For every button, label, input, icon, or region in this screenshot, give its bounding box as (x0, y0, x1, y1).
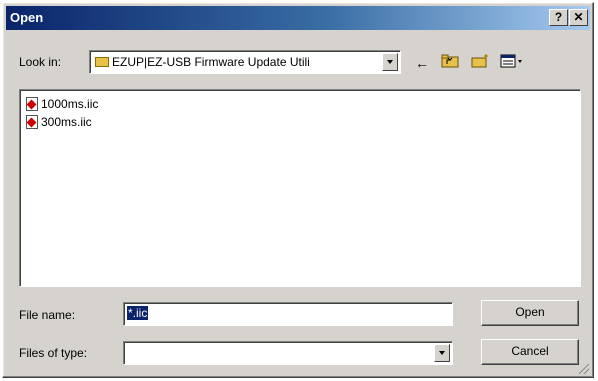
file-name: 300ms.iic (41, 115, 92, 129)
title-bar[interactable]: Open ? ✕ (6, 6, 590, 30)
file-icon (26, 97, 38, 111)
filename-input[interactable]: *.iic (123, 302, 453, 326)
file-icon (26, 115, 38, 129)
open-button[interactable]: Open (481, 300, 579, 326)
folder-icon (95, 57, 109, 67)
lookin-label: Look in: (19, 55, 62, 69)
lookin-value: EZUP|EZ-USB Firmware Update Utili (112, 55, 310, 69)
back-arrow-icon[interactable]: ← (413, 53, 431, 73)
help-button[interactable]: ? (549, 9, 568, 26)
filetype-dropdown-button[interactable] (434, 344, 450, 362)
filetype-label: Files of type: (19, 346, 88, 360)
lookin-combo[interactable]: EZUP|EZ-USB Firmware Update Utili (89, 50, 401, 74)
view-menu-icon[interactable] (499, 53, 525, 73)
folder-up-icon[interactable] (439, 53, 461, 73)
filename-label: File name: (19, 308, 76, 322)
cancel-button[interactable]: Cancel (481, 339, 579, 365)
close-button[interactable]: ✕ (569, 9, 588, 26)
lookin-dropdown-button[interactable] (382, 53, 398, 71)
list-item[interactable]: 300ms.iic (26, 114, 92, 130)
open-dialog: Open ? ✕ Look in: EZUP|EZ-USB Firmware U… (2, 2, 594, 378)
list-item[interactable]: 1000ms.iic (26, 96, 98, 112)
file-name: 1000ms.iic (41, 97, 99, 111)
filetype-combo[interactable] (123, 341, 453, 365)
file-list[interactable]: 1000ms.iic 300ms.iic (19, 89, 581, 287)
new-folder-icon[interactable] (469, 53, 491, 73)
resize-grip[interactable] (579, 364, 589, 374)
window-title: Open (10, 10, 44, 25)
filename-value: *.iic (127, 306, 149, 320)
